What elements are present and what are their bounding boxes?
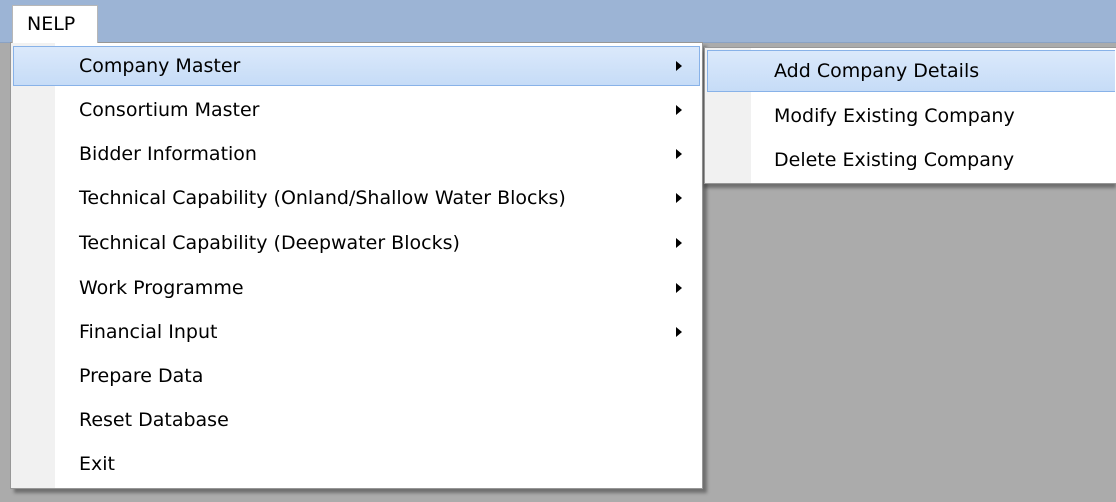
menu-item-technical-capability-deepwater[interactable]: Technical Capability (Deepwater Blocks) xyxy=(13,223,700,263)
menu-item-label: Consortium Master xyxy=(79,99,260,121)
menu-item-technical-capability-onland[interactable]: Technical Capability (Onland/Shallow Wat… xyxy=(13,178,700,218)
menubar-item-nelp[interactable]: NELP xyxy=(12,5,98,43)
menu-item-consortium-master[interactable]: Consortium Master xyxy=(13,90,700,130)
menu-bar xyxy=(0,0,1116,43)
menu-item-label: Bidder Information xyxy=(79,143,257,165)
company-master-submenu: Add Company Details Modify Existing Comp… xyxy=(704,47,1116,184)
chevron-right-icon xyxy=(676,105,682,115)
menu-item-label: Exit xyxy=(79,453,115,475)
chevron-right-icon xyxy=(676,149,682,159)
submenu-item-add-company-details[interactable]: Add Company Details xyxy=(707,50,1115,92)
chevron-right-icon xyxy=(676,238,682,248)
chevron-right-icon xyxy=(676,61,682,71)
menu-item-label: Financial Input xyxy=(79,321,218,343)
menu-item-prepare-data[interactable]: Prepare Data xyxy=(13,356,700,396)
submenu-item-modify-existing-company[interactable]: Modify Existing Company xyxy=(707,95,1115,137)
menu-item-financial-input[interactable]: Financial Input xyxy=(13,312,700,352)
nelp-dropdown-menu: Company Master Consortium Master Bidder … xyxy=(10,42,703,489)
submenu-item-delete-existing-company[interactable]: Delete Existing Company xyxy=(707,139,1115,181)
menu-item-label: Technical Capability (Onland/Shallow Wat… xyxy=(79,187,566,209)
menu-item-company-master[interactable]: Company Master xyxy=(13,46,700,86)
menu-item-label: Prepare Data xyxy=(79,365,204,387)
menu-item-work-programme[interactable]: Work Programme xyxy=(13,268,700,308)
chevron-right-icon xyxy=(676,193,682,203)
submenu-item-label: Add Company Details xyxy=(774,60,980,82)
menu-item-label: Technical Capability (Deepwater Blocks) xyxy=(79,232,460,254)
menu-item-label: Company Master xyxy=(79,55,241,77)
menu-item-label: Reset Database xyxy=(79,409,229,431)
menu-item-label: Work Programme xyxy=(79,277,244,299)
submenu-item-label: Delete Existing Company xyxy=(774,149,1015,171)
chevron-right-icon xyxy=(676,327,682,337)
submenu-item-label: Modify Existing Company xyxy=(774,105,1015,127)
menu-item-exit[interactable]: Exit xyxy=(13,444,700,484)
menu-item-reset-database[interactable]: Reset Database xyxy=(13,400,700,440)
application-window: NELP Company Master Consortium Master Bi… xyxy=(0,0,1116,502)
chevron-right-icon xyxy=(676,283,682,293)
menu-item-bidder-information[interactable]: Bidder Information xyxy=(13,134,700,174)
